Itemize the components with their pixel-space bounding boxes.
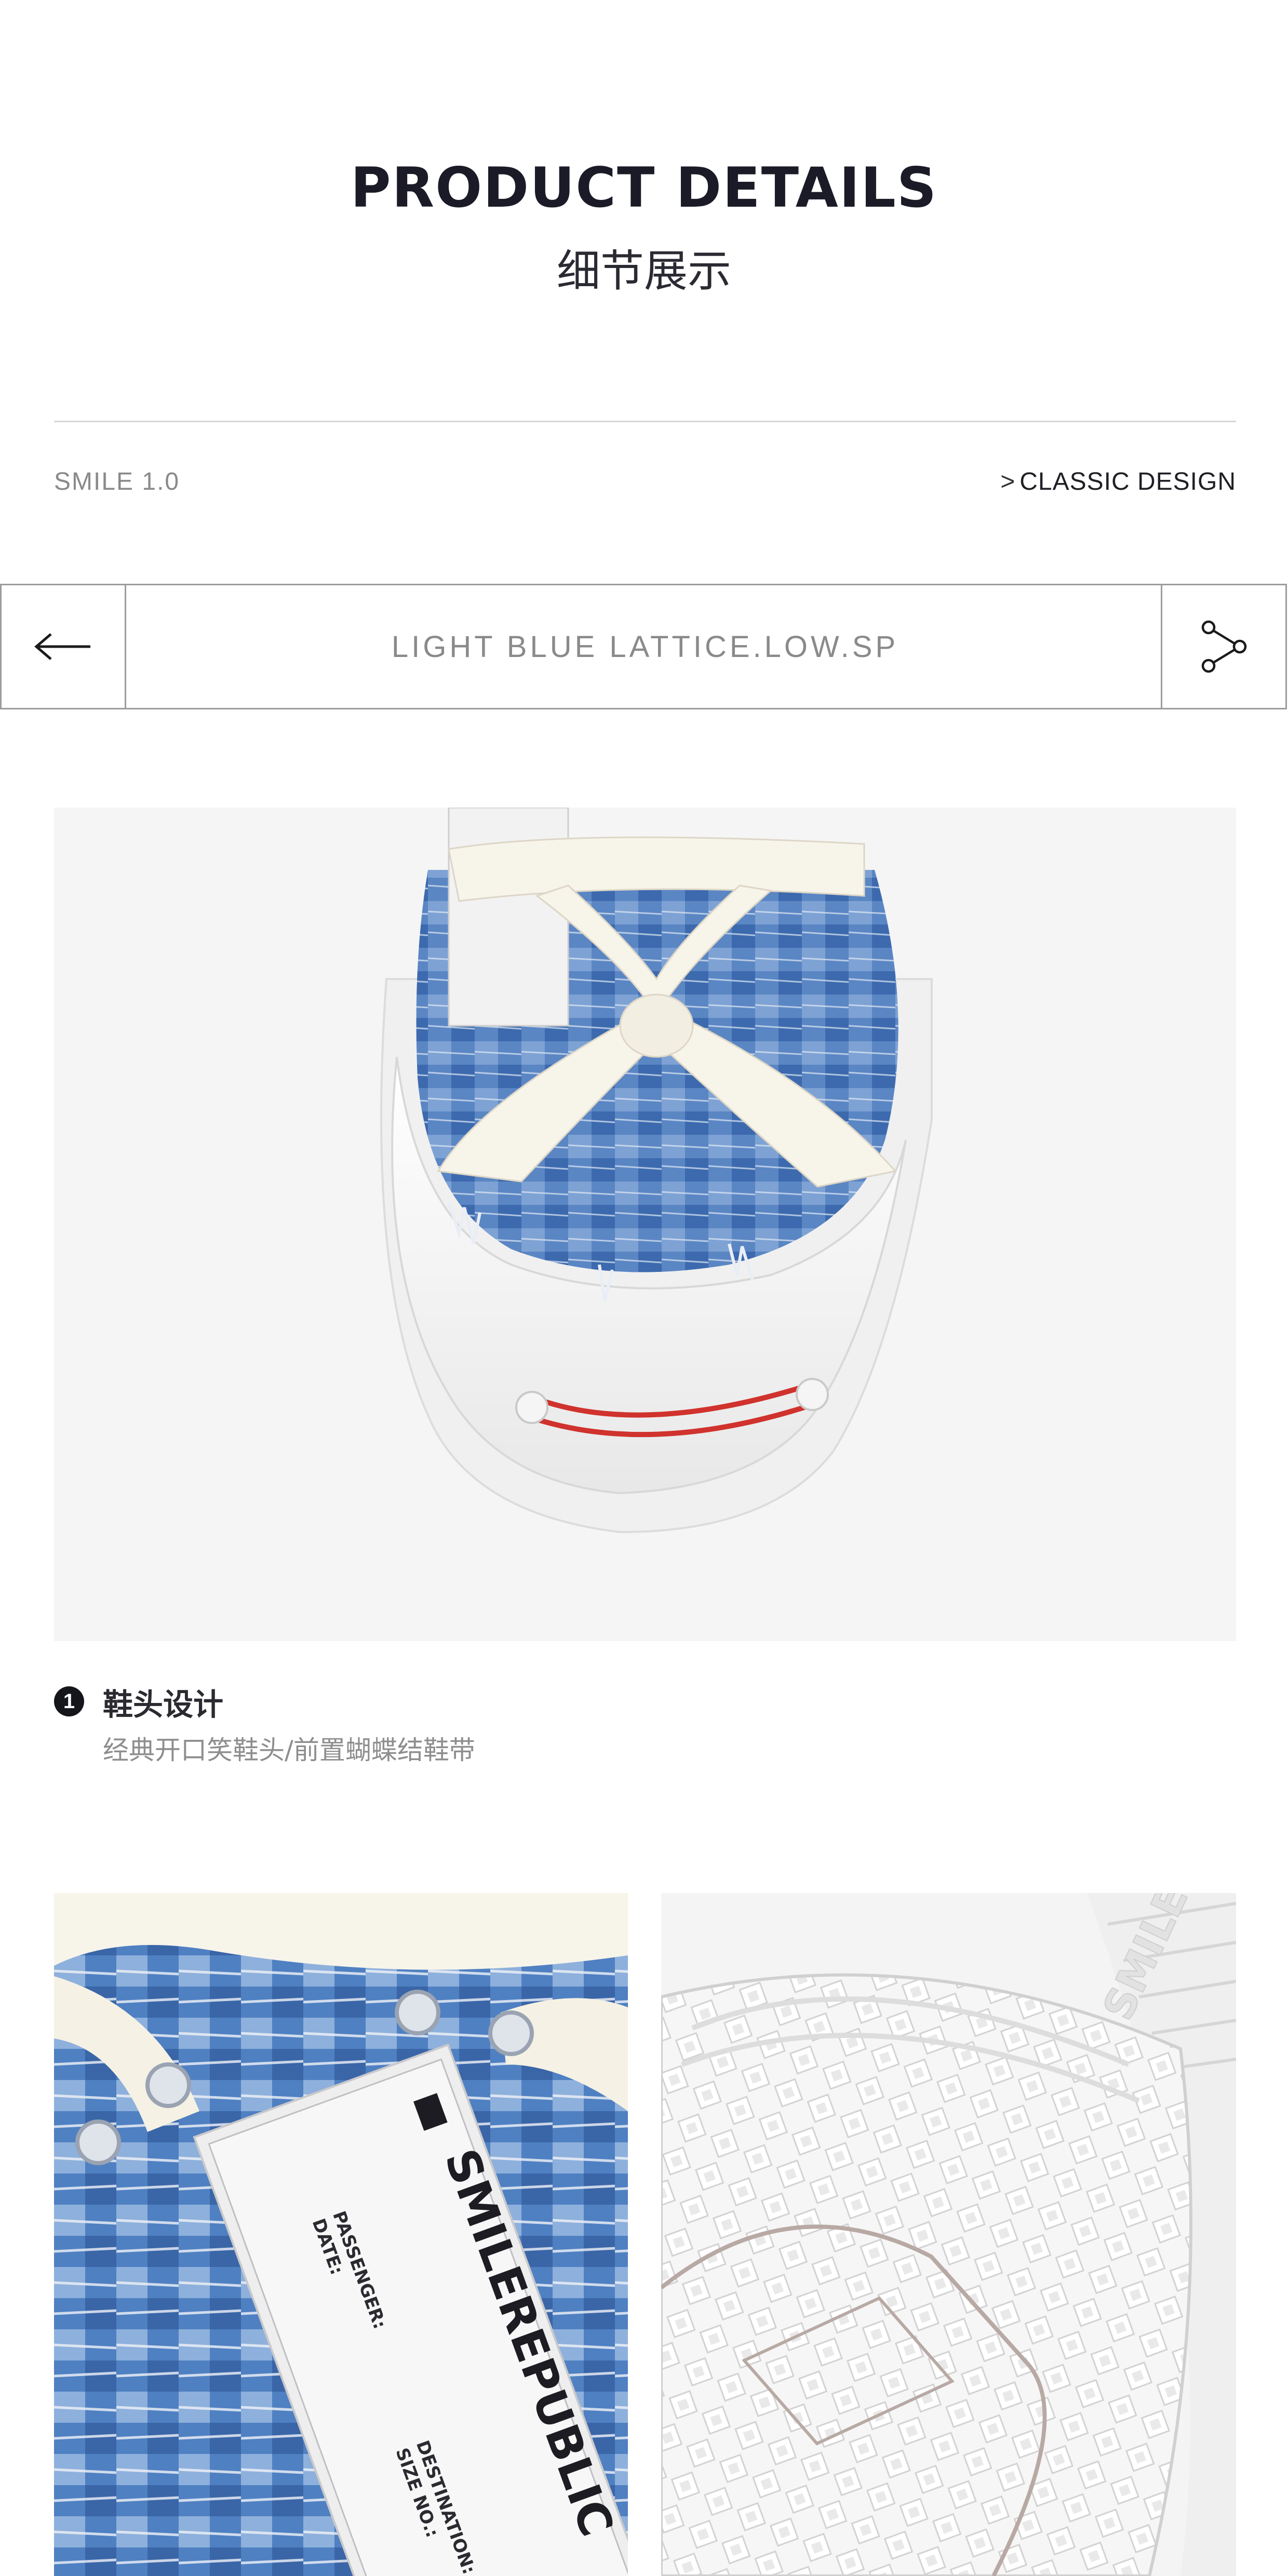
shoe-toe-photo [54,808,1236,1641]
outsole-photo: SMILERE [661,1893,1236,2576]
feature-description: 经典开口笑鞋头/前置蝴蝶结鞋带 [103,1735,475,1765]
back-button[interactable] [2,585,126,708]
page-title: PRODUCT DETAILS [350,156,938,220]
feature-number-badge: 1 [54,1686,84,1716]
product-nav-bar: LIGHT BLUE LATTICE.LOW.SP [0,584,1287,709]
shoe-toe-illustration [380,808,933,1534]
collection-label: CLASSIC DESIGN [1019,468,1236,495]
outsole-illustration: SMILERE [661,1893,1236,2576]
feature-title: 鞋头设计 [103,1687,224,1722]
share-button[interactable] [1161,585,1285,708]
hang-tag-photo: SMILEREPUBLIC PASSENGER: DATE: DESTINATI… [54,1893,628,2576]
series-label: SMILE 1.0 [54,468,180,495]
page-subtitle: 细节展示 [556,246,731,297]
product-name: LIGHT BLUE LATTICE.LOW.SP [391,629,899,664]
arrow-left-icon [34,633,90,660]
chevron-right-icon: > [1000,468,1016,495]
divider [54,421,1236,422]
collection-link[interactable]: > CLASSIC DESIGN [1000,467,1236,496]
share-icon [1201,620,1246,673]
hang-tag-illustration: SMILEREPUBLIC PASSENGER: DATE: DESTINATI… [54,1893,628,2576]
